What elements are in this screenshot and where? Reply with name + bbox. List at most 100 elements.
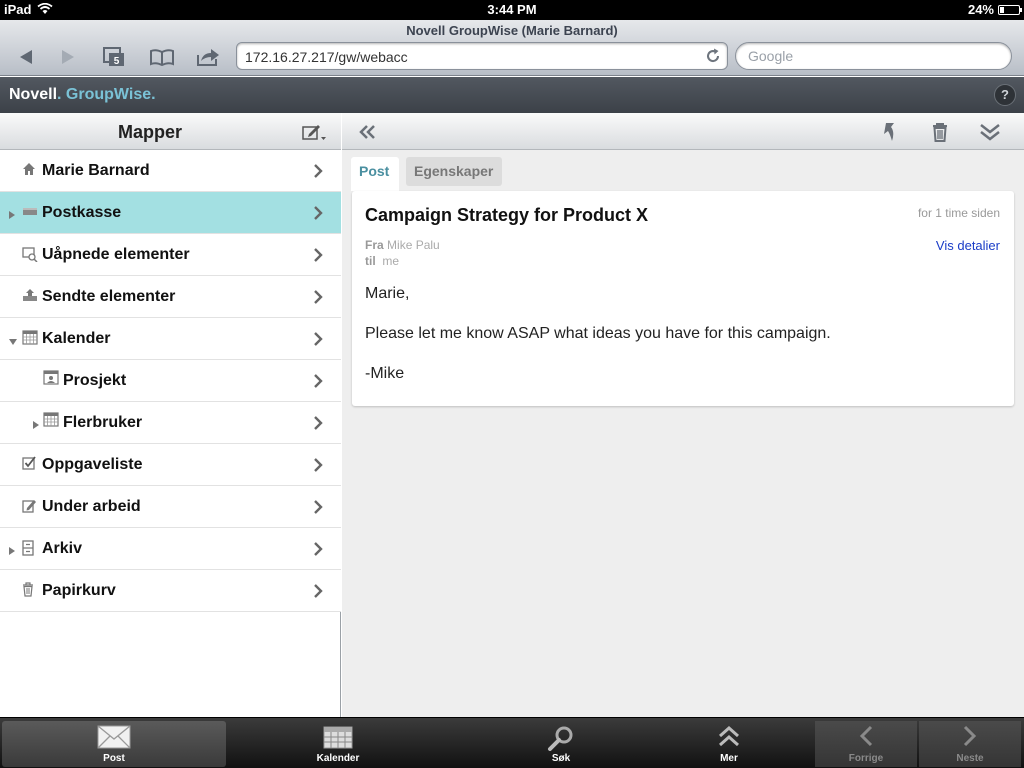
folder-item[interactable]: Oppgaveliste	[0, 444, 341, 486]
pages-icon: 5	[103, 47, 124, 67]
chevron-right-icon[interactable]	[313, 416, 323, 435]
folder-label: Flerbruker	[63, 414, 143, 431]
chevron-right-icon[interactable]	[313, 458, 323, 477]
tab-forrige[interactable]: Forrige	[815, 721, 917, 767]
status-bar: iPad 3:44 PM 24%	[0, 0, 1024, 20]
chevron-right-icon[interactable]	[313, 500, 323, 519]
sent-items-icon	[22, 288, 38, 307]
app-header: Novell. GroupWise. ?	[0, 77, 1024, 113]
browser-toolbar: Novell GroupWise (Marie Barnard) 5 172.1…	[0, 20, 1024, 76]
multi-user-calendar-icon	[43, 412, 59, 432]
folder-item[interactable]: Uåpnede elementer	[0, 234, 341, 276]
archive-icon	[22, 540, 34, 561]
tab-post[interactable]: Post	[351, 157, 399, 191]
body-paragraph: Please let me know ASAP what ideas you h…	[365, 325, 831, 342]
body-paragraph: -Mike	[365, 365, 405, 382]
tab-properties[interactable]: Egenskaper	[406, 157, 502, 186]
bookmarks-button[interactable]	[146, 44, 178, 70]
folder-item[interactable]: Flerbruker	[0, 402, 341, 444]
delete-button[interactable]	[926, 120, 954, 144]
chevron-right-icon[interactable]	[313, 248, 323, 267]
brand-logo: Novell. GroupWise.	[9, 86, 156, 103]
chevron-right-icon[interactable]	[313, 584, 323, 603]
tab-label: Post	[103, 753, 125, 764]
address-bar[interactable]: 172.16.27.217/gw/webacc	[236, 42, 728, 70]
browser-page-title: Novell GroupWise (Marie Barnard)	[406, 23, 618, 38]
search-icon	[547, 725, 575, 756]
chevron-right-icon[interactable]	[313, 290, 323, 309]
battery-icon	[998, 5, 1022, 15]
chevron-right-icon[interactable]	[313, 206, 323, 225]
from-name: Mike Palu	[387, 238, 440, 252]
disclosure-collapsed-icon[interactable]	[8, 207, 16, 225]
to-name: me	[382, 254, 400, 268]
disclosure-expanded-icon[interactable]	[8, 333, 18, 351]
search-input[interactable]	[748, 48, 998, 64]
disclosure-collapsed-icon[interactable]	[32, 417, 40, 435]
tab-label: Kalender	[316, 753, 360, 764]
message-panel: Post Egenskaper Campaign Strategy for Pr…	[342, 113, 1024, 717]
pages-button[interactable]: 5	[98, 44, 130, 70]
url-text: 172.16.27.217/gw/webacc	[245, 49, 408, 65]
chevron-right-icon[interactable]	[313, 542, 323, 561]
folder-item[interactable]: Prosjekt	[0, 360, 341, 402]
double-chevron-left-icon	[359, 125, 375, 139]
tab-neste[interactable]: Neste	[919, 721, 1021, 767]
folder-panel-title: Mapper	[117, 122, 182, 142]
tab-label: Forrige	[848, 753, 884, 764]
forward-arrow-icon	[62, 50, 74, 64]
folder-item[interactable]: Marie Barnard	[0, 150, 341, 192]
folder-panel: Mapper Marie Barnard Postkasse Uåpnede ele…	[0, 113, 341, 717]
message-card: Campaign Strategy for Product X for 1 ti…	[352, 191, 1014, 406]
message-to: til me	[365, 254, 399, 268]
forward-button[interactable]	[52, 44, 84, 70]
more-actions-button[interactable]	[976, 120, 1004, 144]
folder-item[interactable]: Postkasse	[0, 192, 341, 234]
folder-label: Oppgaveliste	[42, 456, 143, 473]
reply-button[interactable]	[876, 120, 904, 144]
reload-icon[interactable]	[705, 48, 721, 69]
trash-icon	[933, 123, 947, 142]
bottom-tab-bar: Post Kalender Søk Mer Forrige Neste	[0, 717, 1024, 768]
folder-item[interactable]: Papirkurv	[0, 570, 341, 612]
chevron-right-icon[interactable]	[313, 332, 323, 351]
tab-kalender[interactable]: Kalender	[226, 721, 450, 767]
tab-count: 5	[114, 56, 120, 67]
brand-groupwise: GroupWise	[65, 86, 152, 103]
folder-item[interactable]: Arkiv	[0, 528, 341, 570]
edit-folders-icon[interactable]	[301, 122, 327, 147]
tab-post[interactable]: Post	[2, 721, 226, 767]
battery-percent: 24%	[967, 2, 994, 17]
collapse-panel-button[interactable]	[354, 120, 382, 144]
trash-icon	[22, 582, 34, 602]
message-subject: Campaign Strategy for Product X	[365, 205, 649, 225]
share-button[interactable]	[192, 44, 224, 70]
tab-label: Neste	[956, 753, 984, 764]
folder-label: Sendte elementer	[42, 288, 176, 305]
task-list-icon	[22, 456, 37, 476]
folder-label: Prosjekt	[63, 372, 127, 389]
calendar-icon	[22, 330, 38, 350]
folder-label: Arkiv	[42, 540, 83, 557]
chevron-right-icon[interactable]	[313, 374, 323, 393]
help-button[interactable]: ?	[994, 84, 1016, 106]
tab-mer[interactable]: Mer	[617, 721, 841, 767]
folder-label: Papirkurv	[42, 582, 116, 599]
folder-item[interactable]: Under arbeid	[0, 486, 341, 528]
folder-item[interactable]: Kalender	[0, 318, 341, 360]
project-calendar-icon	[43, 370, 59, 390]
back-button[interactable]	[10, 44, 42, 70]
disclosure-collapsed-icon[interactable]	[8, 543, 16, 561]
search-bar[interactable]	[735, 42, 1012, 70]
unopened-items-icon	[22, 246, 38, 267]
message-from: Fra Mike Palu	[365, 238, 440, 252]
folder-item[interactable]: Sendte elementer	[0, 276, 341, 318]
mail-icon	[97, 725, 131, 754]
work-in-progress-icon	[22, 498, 37, 518]
chevron-right-icon[interactable]	[313, 164, 323, 183]
more-icon	[717, 725, 741, 754]
message-time: for 1 time siden	[917, 206, 1000, 220]
view-details-link[interactable]: Vis detalier	[936, 238, 1000, 253]
folder-list: Marie Barnard Postkasse Uåpnede elementer S…	[0, 150, 341, 612]
previous-icon	[858, 725, 874, 752]
